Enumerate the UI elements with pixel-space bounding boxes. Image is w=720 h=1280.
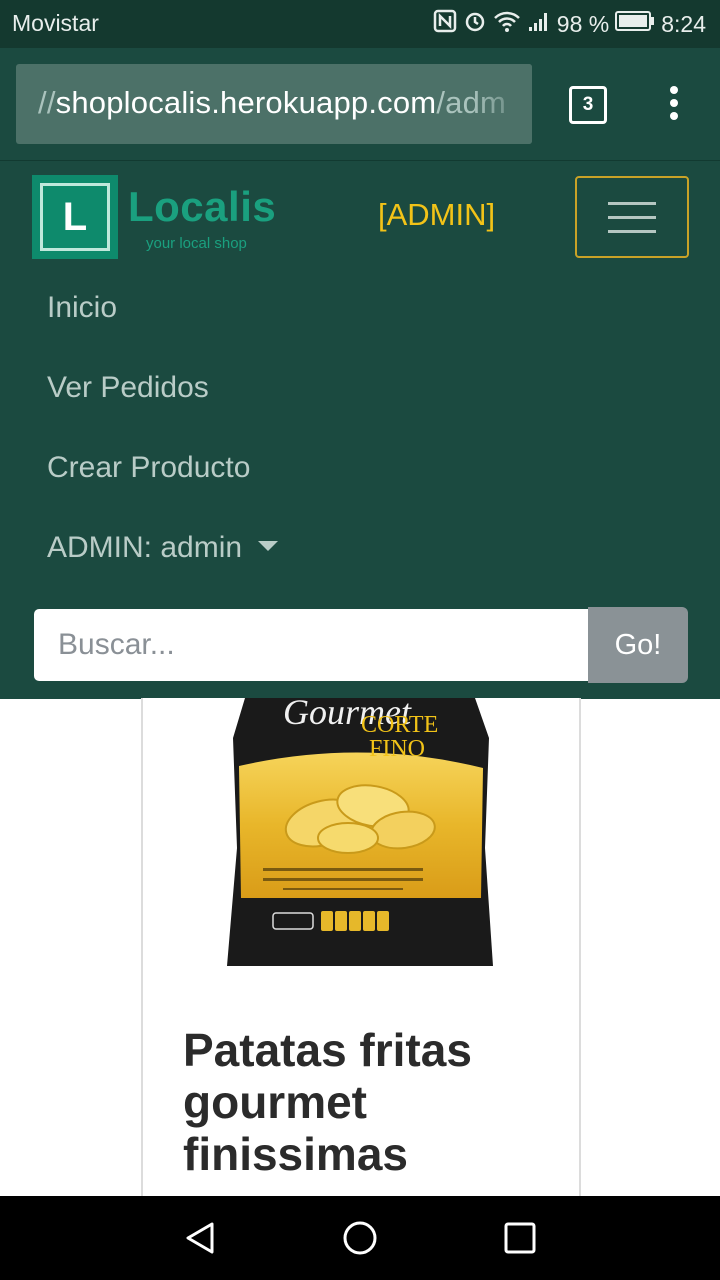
site-navbar: L Localis your local shop [ADMIN] Inicio… [0, 160, 720, 699]
package-line2: FINO [369, 736, 425, 762]
nfc-icon [433, 9, 457, 39]
address-bar[interactable]: //shoplocalis.herokuapp.com/adm [16, 64, 532, 144]
search-input[interactable] [34, 609, 588, 681]
system-navigation-bar [0, 1196, 720, 1280]
menu-toggle-button[interactable] [575, 176, 689, 258]
svg-text:CORTE: CORTE [361, 712, 438, 738]
clock: 8:24 [661, 10, 706, 37]
tab-switcher-button[interactable]: 3 [569, 86, 607, 124]
tab-count: 3 [582, 94, 594, 115]
logo-mark: L [32, 175, 118, 259]
recents-icon[interactable] [500, 1218, 540, 1258]
nav-item-ver-pedidos[interactable]: Ver Pedidos [47, 371, 209, 405]
url-text: //shoplocalis.herokuapp.com/adm [38, 85, 506, 120]
product-image[interactable]: Gourmet CORTE FINO [223, 698, 499, 970]
status-bar: Movistar 98 % 8:24 [0, 0, 720, 48]
caret-down-icon [258, 541, 279, 552]
carrier-name: Movistar [12, 10, 99, 36]
wifi-icon [493, 9, 521, 39]
svg-text:FINO: FINO [369, 736, 425, 762]
signal-icon [527, 9, 551, 39]
site-logo[interactable]: L Localis your local shop [32, 175, 276, 259]
nav-item-inicio[interactable]: Inicio [47, 291, 117, 325]
home-icon[interactable] [340, 1218, 380, 1258]
user-menu-dropdown[interactable]: ADMIN: admin [47, 531, 279, 565]
package-line1: CORTE [361, 712, 438, 738]
back-icon[interactable] [180, 1218, 220, 1258]
status-icons: 98 % 8:24 [433, 9, 706, 39]
product-title[interactable]: Patatas fritas gourmet finissimas [183, 1024, 553, 1180]
product-card[interactable]: Gourmet CORTE FINO Patatas fritas gourme… [141, 698, 581, 1198]
battery-percent: 98 % [556, 10, 610, 37]
logo-tagline: your local shop [146, 235, 247, 252]
admin-badge: [ADMIN] [378, 197, 496, 232]
battery-icon [615, 10, 655, 38]
user-menu-label: ADMIN: admin [47, 531, 243, 564]
browser-menu-icon[interactable] [664, 86, 684, 126]
logo-name: Localis [128, 183, 277, 230]
search-go-button[interactable]: Go! [588, 607, 688, 683]
alarm-icon [463, 9, 487, 39]
browser-toolbar: //shoplocalis.herokuapp.com/adm 3 [0, 48, 720, 160]
nav-item-crear-producto[interactable]: Crear Producto [47, 451, 250, 485]
